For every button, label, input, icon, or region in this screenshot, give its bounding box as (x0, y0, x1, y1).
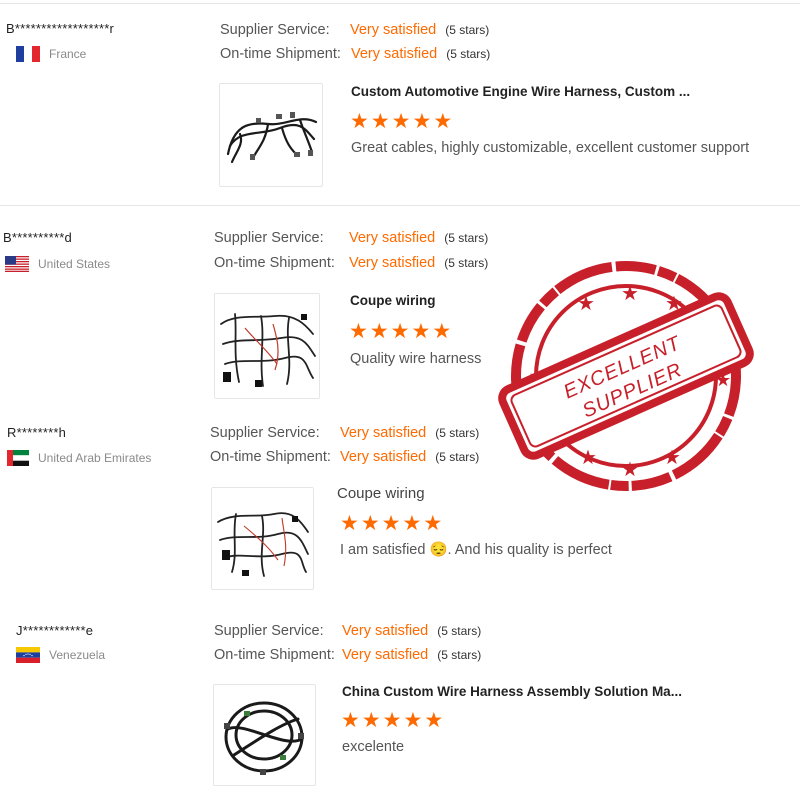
review-card: B******************r France Supplier Ser… (0, 0, 800, 205)
shipment-label: On-time Shipment: (214, 647, 335, 663)
country-label: Venezuela (49, 648, 106, 662)
star-icon: ★ (432, 320, 452, 343)
product-thumbnail[interactable] (214, 293, 320, 399)
shipment-label: On-time Shipment: (220, 46, 341, 62)
shipment-value: Very satisfied (342, 647, 429, 663)
svg-text:★: ★ (621, 283, 639, 305)
supplier-service-row: Supplier Service: Very satisfied (5 star… (210, 425, 479, 441)
product-title-link[interactable]: Coupe wiring (337, 485, 425, 502)
product-thumbnail[interactable] (213, 684, 316, 786)
wire-harness-image (226, 112, 318, 164)
supplier-service-stars: (5 stars) (435, 426, 480, 440)
supplier-service-stars: (5 stars) (445, 23, 490, 37)
star-icon: ★ (360, 512, 380, 535)
wire-harness-image (217, 512, 309, 577)
shipment-value: Very satisfied (340, 449, 427, 465)
shipment-row: On-time Shipment: Very satisfied (5 star… (220, 46, 490, 62)
shipment-stars: (5 stars) (437, 648, 482, 662)
country-label: United Arab Emirates (38, 451, 152, 465)
review-comment: Great cables, highly customizable, excel… (351, 140, 750, 156)
flag-france-icon (16, 46, 40, 62)
review-comment: I am satisfied 😔. And his quality is per… (340, 542, 612, 558)
rating-stars: ★ ★ ★ ★ ★ (350, 111, 452, 132)
star-icon: ★ (382, 709, 402, 732)
review-comment: excelente (342, 739, 405, 755)
rating-stars: ★ ★ ★ ★ ★ (341, 710, 443, 731)
star-icon: ★ (341, 709, 360, 732)
supplier-service-row: Supplier Service: Very satisfied (5 star… (220, 22, 489, 38)
star-icon: ★ (411, 320, 431, 343)
product-title-link[interactable]: China Custom Wire Harness Assembly Solut… (342, 684, 682, 699)
shipment-row: On-time Shipment: Very satisfied (5 star… (214, 647, 481, 663)
country-label: France (49, 47, 87, 61)
supplier-service-label: Supplier Service: (214, 230, 324, 246)
star-icon: ★ (423, 512, 443, 535)
buyer-country: Venezuela (16, 647, 105, 663)
buyer-name: B******************r (6, 21, 115, 36)
flag-uae-icon (7, 450, 29, 466)
buyer-name: B**********d (3, 230, 72, 245)
star-icon: ★ (340, 512, 359, 535)
buyer-country: United Arab Emirates (7, 450, 151, 466)
svg-text:★: ★ (663, 447, 681, 469)
star-icon: ★ (349, 320, 368, 343)
star-icon: ★ (412, 110, 432, 133)
shipment-stars: (5 stars) (435, 450, 480, 464)
supplier-service-value: Very satisfied (350, 22, 437, 38)
supplier-service-stars: (5 stars) (437, 624, 482, 638)
supplier-service-value: Very satisfied (349, 230, 436, 246)
supplier-service-row: Supplier Service: Very satisfied (5 star… (214, 230, 488, 246)
star-icon: ★ (424, 709, 444, 732)
star-icon: ★ (433, 110, 453, 133)
product-thumbnail[interactable] (211, 487, 314, 590)
star-icon: ★ (350, 110, 369, 133)
wire-harness-image (220, 313, 316, 387)
shipment-stars: (5 stars) (446, 47, 491, 61)
buyer-country: France (16, 46, 86, 62)
shipment-value: Very satisfied (351, 46, 438, 62)
shipment-stars: (5 stars) (444, 256, 489, 270)
country-label: United States (38, 257, 111, 271)
supplier-service-row: Supplier Service: Very satisfied (5 star… (214, 623, 481, 639)
shipment-label: On-time Shipment: (210, 449, 331, 465)
supplier-service-value: Very satisfied (342, 623, 429, 639)
buyer-name: J************e (16, 623, 94, 638)
star-icon: ★ (369, 320, 389, 343)
supplier-service-stars: (5 stars) (444, 231, 489, 245)
shipment-row: On-time Shipment: Very satisfied (5 star… (214, 255, 488, 271)
svg-text:★: ★ (621, 459, 639, 481)
rating-stars: ★ ★ ★ ★ ★ (349, 321, 451, 342)
supplier-service-label: Supplier Service: (210, 425, 320, 441)
supplier-service-label: Supplier Service: (220, 22, 330, 38)
review-comment: Quality wire harness (350, 351, 482, 367)
product-title-link[interactable]: Coupe wiring (350, 293, 436, 308)
star-icon: ★ (391, 110, 411, 133)
supplier-service-value: Very satisfied (340, 425, 427, 441)
shipment-row: On-time Shipment: Very satisfied (5 star… (210, 449, 479, 465)
shipment-label: On-time Shipment: (214, 255, 335, 271)
star-icon: ★ (361, 709, 381, 732)
excellent-supplier-stamp: ★ ★ ★ ★ ★ ★ ★ ★ EXCELLENT SUPPLIER (495, 258, 757, 494)
star-icon: ★ (402, 512, 422, 535)
svg-text:★: ★ (579, 447, 597, 469)
buyer-name: R********h (7, 425, 67, 440)
supplier-service-label: Supplier Service: (214, 623, 324, 639)
buyer-country: United States (5, 256, 110, 272)
product-title-link[interactable]: Custom Automotive Engine Wire Harness, C… (351, 84, 690, 99)
product-thumbnail[interactable] (219, 83, 323, 187)
flag-venezuela-icon (16, 647, 40, 663)
rating-stars: ★ ★ ★ ★ ★ (340, 513, 442, 534)
svg-text:★: ★ (577, 293, 595, 315)
star-icon: ★ (370, 110, 390, 133)
star-icon: ★ (390, 320, 410, 343)
star-icon: ★ (381, 512, 401, 535)
shipment-value: Very satisfied (349, 255, 436, 271)
review-card: J************e Venezuela Supplier Servic… (0, 600, 800, 800)
wire-harness-image (224, 701, 304, 775)
flag-usa-icon (5, 256, 29, 272)
star-icon: ★ (403, 709, 423, 732)
